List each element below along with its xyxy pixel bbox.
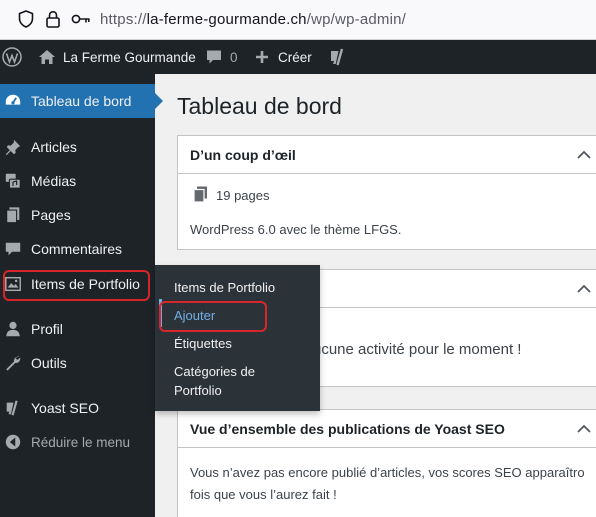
sidebar-item-tools[interactable]: Outils <box>0 346 155 380</box>
widget-header: Vue d’ensemble des publications de Yoast… <box>178 410 596 448</box>
sidebar-item-label: Commentaires <box>31 241 123 257</box>
wordpress-logo-icon <box>2 47 22 67</box>
dashboard-icon <box>5 94 21 105</box>
sidebar-item-comments[interactable]: Commentaires <box>0 232 155 266</box>
url-path: /wp/wp-admin/ <box>306 11 407 28</box>
submenu-item-categories-line1[interactable]: Catégories de <box>174 362 255 381</box>
yoast-overview-widget: Vue d’ensemble des publications de Yoast… <box>177 409 596 517</box>
site-name-link[interactable]: La Ferme Gourmande <box>38 40 196 74</box>
sidebar-item-dashboard[interactable]: Tableau de bord <box>0 84 163 118</box>
sidebar-item-label: Profil <box>31 321 63 337</box>
wordpress-logo-button[interactable] <box>0 40 24 74</box>
yoast-adminbar-button[interactable] <box>328 40 348 74</box>
sidebar-item-label: Yoast SEO <box>31 400 99 416</box>
plus-icon <box>256 51 268 63</box>
widget-header: D’un coup d’œil <box>178 136 596 174</box>
chevron-up-icon[interactable] <box>576 147 592 163</box>
sidebar-item-label: Outils <box>31 355 67 371</box>
wp-admin-bar: La Ferme Gourmande 0 Créer <box>0 40 596 74</box>
url-host: la-ferme-gourmande.ch <box>146 11 307 28</box>
site-name: La Ferme Gourmande <box>63 49 196 65</box>
pages-icon <box>6 207 20 224</box>
submenu-item-tags[interactable]: Étiquettes <box>174 334 232 353</box>
chevron-up-icon[interactable] <box>576 281 592 297</box>
new-content-menu[interactable]: Créer <box>255 40 312 74</box>
admin-sidebar: Tableau de bord Articles Médias Pages Co… <box>0 74 163 517</box>
lock-icon[interactable] <box>45 10 61 28</box>
portfolio-submenu: Items de Portfolio Ajouter Étiquettes Ca… <box>155 265 320 411</box>
page-title: Tableau de bord <box>177 93 342 119</box>
at-a-glance-widget: D’un coup d’œil 19 pages WordPress 6.0 a… <box>177 135 596 250</box>
yoast-message-line-2: fois que vous l’aurez fait ! <box>190 487 337 502</box>
home-icon <box>39 50 55 64</box>
pages-icon <box>193 186 207 203</box>
comment-bubble-icon <box>207 50 221 64</box>
url-text[interactable]: https://la-ferme-gourmande.ch/wp/wp-admi… <box>100 11 406 28</box>
comments-count: 0 <box>230 49 238 65</box>
wordpress-version-text: WordPress 6.0 avec le thème LFGS. <box>190 222 402 237</box>
url-scheme: https:// <box>100 11 147 28</box>
comments-link[interactable]: 0 <box>206 40 238 74</box>
submenu-item-all-portfolio[interactable]: Items de Portfolio <box>174 278 275 297</box>
pages-count-link[interactable]: 19 pages <box>216 188 270 203</box>
new-content-label: Créer <box>278 49 312 65</box>
chevron-up-icon[interactable] <box>576 421 592 437</box>
shield-icon[interactable] <box>18 10 34 28</box>
sidebar-item-label: Pages <box>31 207 71 223</box>
sidebar-item-yoast[interactable]: Yoast SEO <box>0 391 155 425</box>
sidebar-item-label: Réduire le menu <box>31 434 131 450</box>
sidebar-item-label: Tableau de bord <box>31 93 132 109</box>
browser-url-bar: https://la-ferme-gourmande.ch/wp/wp-admi… <box>0 0 596 40</box>
highlight-box-add <box>159 301 267 332</box>
yoast-icon <box>6 400 18 416</box>
sidebar-item-profile[interactable]: Profil <box>0 312 155 346</box>
sidebar-item-pages[interactable]: Pages <box>0 198 155 232</box>
comment-icon <box>5 242 21 256</box>
sidebar-item-articles[interactable]: Articles <box>0 130 155 164</box>
yoast-message-line-1: Vous n’avez pas encore publié d’articles… <box>190 465 585 480</box>
sidebar-item-label: Médias <box>31 173 77 189</box>
no-activity-text: ucune activité pour le moment ! <box>313 341 522 358</box>
user-icon <box>6 321 20 337</box>
widget-title: D’un coup d’œil <box>190 147 296 163</box>
highlight-box-portfolio <box>3 270 150 301</box>
yoast-icon <box>331 48 344 66</box>
pushpin-icon <box>5 139 21 156</box>
sidebar-item-media[interactable]: Médias <box>0 164 155 198</box>
media-icon <box>5 173 21 189</box>
collapse-icon <box>5 434 21 450</box>
wrench-icon <box>6 355 21 371</box>
collapse-menu-button[interactable]: Réduire le menu <box>0 425 155 459</box>
widget-title: Vue d’ensemble des publications de Yoast… <box>190 421 505 437</box>
key-permissions-icon[interactable] <box>71 13 91 25</box>
submenu-item-categories-line2[interactable]: Portfolio <box>174 381 222 400</box>
sidebar-item-label: Articles <box>31 139 77 155</box>
